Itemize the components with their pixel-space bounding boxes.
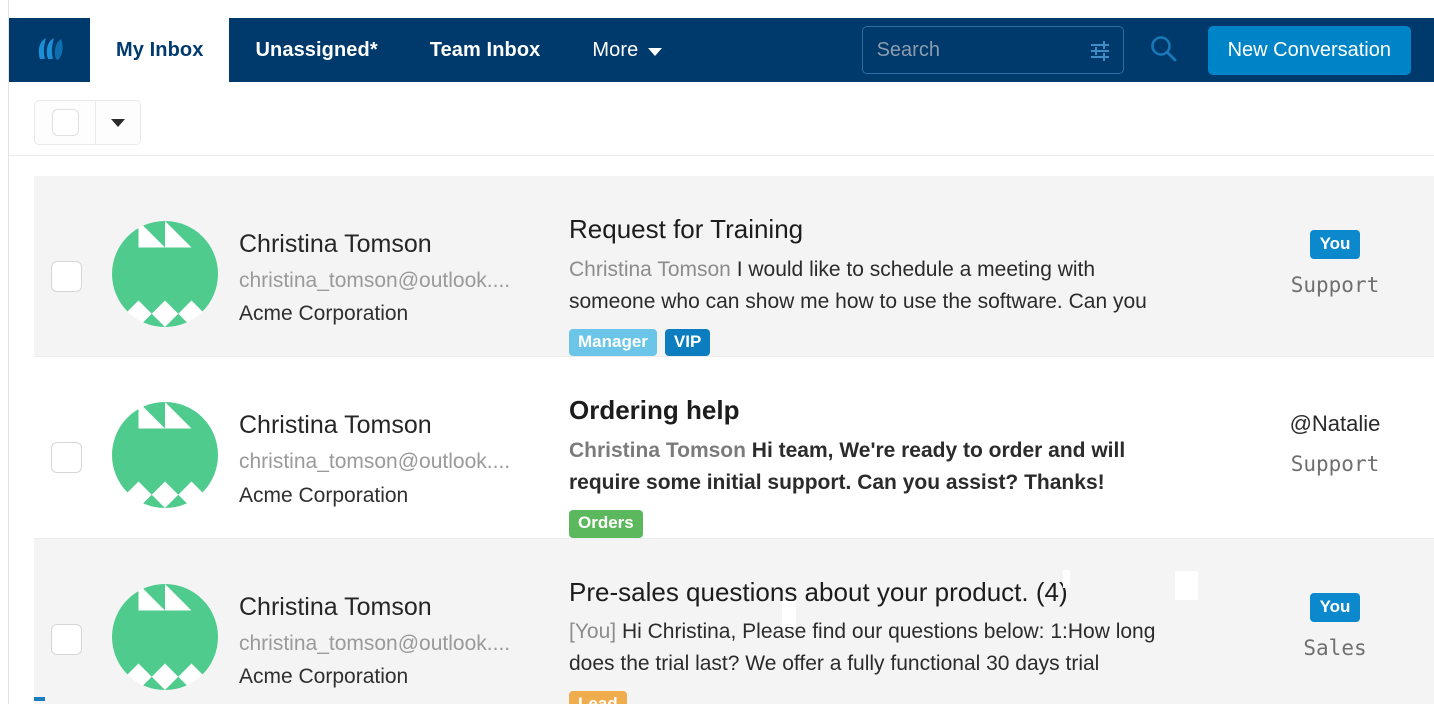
search-area: Search [861,18,1180,82]
snippet-author: [You] [569,620,617,644]
message-cell: Ordering help Christina Tomson Hi team, … [569,379,1235,538]
avatar [112,221,218,327]
row-select-cell [34,198,91,292]
snippet-author: Christina Tomson [569,439,746,463]
snippet-text: Hi Christina, Please find our questions … [569,620,1156,676]
assignee-badge[interactable]: You [1309,230,1361,260]
bulk-actions-dropdown[interactable] [95,101,140,144]
conversation-row[interactable]: Christina Tomson christina_tomson@outloo… [34,357,1434,539]
conversation-row[interactable]: Christina Tomson christina_tomson@outloo… [34,176,1434,358]
snippet-author: Christina Tomson [569,257,731,281]
tag-list: Lead [569,691,1215,704]
person-organization: Acme Corporation [239,664,409,688]
search-input[interactable]: Search [861,26,1124,74]
tab-team-inbox[interactable]: Team Inbox [404,18,567,82]
tag-list: Manager VIP [569,328,1215,357]
assignment-cell: @Natalie Support [1235,379,1434,475]
tab-unassigned[interactable]: Unassigned* [229,18,403,82]
row-select-cell [34,379,91,474]
row-select-cell [34,561,91,655]
person-organization: Acme Corporation [239,302,409,326]
avatar-cell [91,561,239,690]
tab-more[interactable]: More [566,18,676,82]
tab-team-inbox-label: Team Inbox [429,38,541,61]
select-all-checkbox[interactable] [35,101,95,144]
conversation-snippet: [You] Hi Christina, Please find our ques… [569,616,1169,680]
message-cell: Pre-sales questions about your product. … [569,561,1235,704]
checkbox-square-icon [51,109,79,136]
list-toolbar [9,82,1434,156]
person-name: Christina Tomson [239,592,432,621]
search-button[interactable] [1146,33,1180,67]
tab-my-inbox[interactable]: My Inbox [90,18,230,82]
avatar [112,402,218,509]
avatar-cell [91,198,239,327]
person-cell: Christina Tomson christina_tomson@outloo… [239,561,569,692]
person-name: Christina Tomson [239,411,432,440]
conversation-row[interactable]: Christina Tomson christina_tomson@outloo… [34,538,1434,704]
person-cell: Christina Tomson christina_tomson@outloo… [239,198,569,329]
conversation-subject: Pre-sales questions about your product. … [569,576,1068,607]
avatar-cell [91,379,239,509]
conversation-snippet: Christina Tomson Hi team, We're ready to… [569,435,1169,499]
tab-unassigned-label: Unassigned* [255,38,378,61]
new-conversation-area: New Conversation [1180,18,1434,82]
magnifier-icon [1148,33,1178,68]
team-label: Sales [1303,635,1367,660]
sliders-icon[interactable] [1089,40,1111,62]
next-row-indicator [34,697,45,701]
tab-more-label: More [592,38,639,61]
app-window: My Inbox Unassigned* Team Inbox More Sea… [0,0,1434,704]
conversation-list: Christina Tomson christina_tomson@outloo… [34,176,1434,704]
helpdesk-logo-icon [33,33,67,67]
assignee-mention[interactable]: @Natalie [1290,411,1381,436]
header-spacer [676,18,855,82]
logo-container[interactable] [9,18,90,82]
tab-my-inbox-label: My Inbox [116,38,204,61]
message-cell: Request for Training Christina Tomson I … [569,198,1235,357]
person-email: christina_tomson@outlook.... [239,631,511,655]
assignment-cell: You Sales [1235,561,1434,660]
tag-lead[interactable]: Lead [569,691,627,704]
conversation-snippet: Christina Tomson I would like to schedul… [569,254,1169,318]
row-checkbox[interactable] [51,623,82,655]
bulk-actions-group [34,100,141,145]
person-cell: Christina Tomson christina_tomson@outloo… [239,379,569,510]
person-organization: Acme Corporation [239,483,409,507]
new-conversation-button[interactable]: New Conversation [1207,25,1411,75]
page-frame: My Inbox Unassigned* Team Inbox More Sea… [8,0,1434,704]
app-header: My Inbox Unassigned* Team Inbox More Sea… [9,18,1434,82]
team-label: Support [1290,273,1380,298]
conversation-subject: Ordering help [569,395,740,426]
chevron-down-icon [648,48,663,56]
search-placeholder: Search [876,38,940,61]
team-label: Support [1290,451,1380,476]
conversation-subject: Request for Training [569,214,804,244]
tag-manager[interactable]: Manager [569,328,657,357]
assignment-cell: You Support [1235,198,1434,297]
person-name: Christina Tomson [239,230,432,258]
row-checkbox[interactable] [51,261,82,292]
tag-list: Orders [569,509,1215,538]
avatar [112,583,218,690]
person-email: christina_tomson@outlook.... [239,450,511,474]
row-checkbox[interactable] [51,442,82,474]
assignee-badge[interactable]: You [1309,592,1361,622]
chevron-down-icon [111,118,125,127]
person-email: christina_tomson@outlook.... [239,269,511,292]
tag-orders[interactable]: Orders [569,509,643,538]
tag-vip[interactable]: VIP [664,328,711,357]
